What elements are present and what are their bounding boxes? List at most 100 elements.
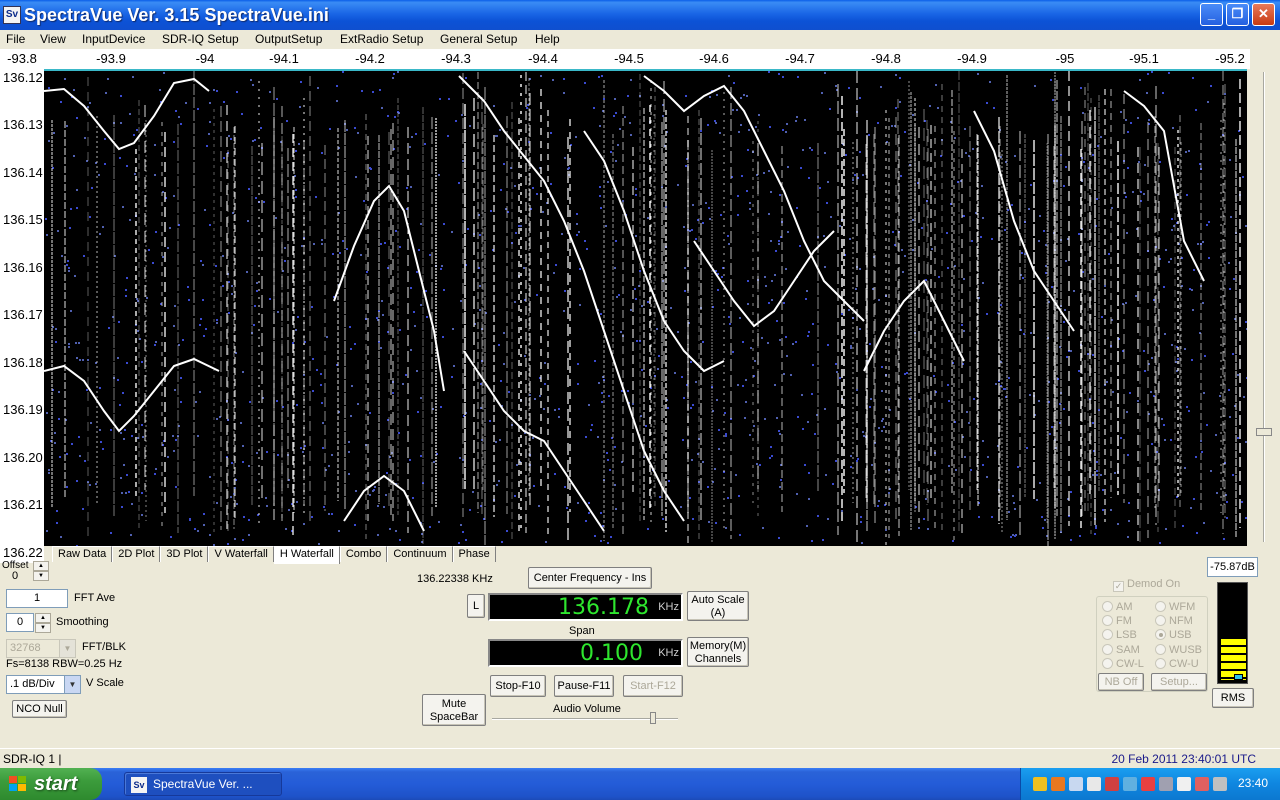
menu-input-device[interactable]: InputDevice (82, 32, 145, 46)
tray-usb-icon[interactable] (1159, 777, 1173, 791)
tab-h-waterfall[interactable]: H Waterfall (273, 546, 340, 564)
center-frequency-display[interactable]: 136.178 KHz (488, 593, 683, 621)
nb-off-button[interactable]: NB Off (1098, 673, 1144, 691)
radio-cw-l[interactable]: CW-L (1102, 658, 1144, 670)
meter-segment (1221, 653, 1246, 655)
radio-label: FM (1116, 615, 1132, 627)
radio-dot-selected-icon (1155, 629, 1166, 640)
demod-on-checkbox[interactable]: ✓ Demod On (1113, 578, 1180, 592)
maximize-button[interactable]: ❐ (1226, 3, 1249, 26)
tray-antivirus-icon[interactable] (1195, 777, 1209, 791)
waterfall-speed-slider[interactable] (1254, 72, 1274, 542)
tab-2d-plot[interactable]: 2D Plot (112, 546, 161, 562)
tray-wifi-icon[interactable] (1123, 777, 1137, 791)
time-tick: 136.18 (3, 355, 43, 370)
freq-tick: -95.1 (1129, 51, 1159, 66)
offset-stepper[interactable]: ▲ ▼ (33, 561, 49, 581)
signal-trace (44, 77, 210, 151)
start-button[interactable]: start (0, 768, 102, 800)
stop-button[interactable]: Stop-F10 (490, 675, 546, 697)
menu-view[interactable]: View (40, 32, 66, 46)
span-display[interactable]: 0.100 KHz (488, 639, 683, 667)
radio-label: CW-U (1169, 658, 1199, 670)
smoothing-input[interactable]: 0 (6, 613, 34, 632)
radio-sam[interactable]: SAM (1102, 644, 1140, 656)
freq-tick: -94.8 (871, 51, 901, 66)
menu-file[interactable]: File (6, 32, 25, 46)
pause-button[interactable]: Pause-F11 (554, 675, 614, 697)
radio-fm[interactable]: FM (1102, 615, 1132, 627)
slider-thumb[interactable] (650, 712, 656, 724)
radio-usb[interactable]: USB (1155, 629, 1192, 641)
meter-segment (1221, 645, 1246, 647)
audio-volume-slider[interactable] (492, 712, 678, 724)
tray-network-icon[interactable] (1033, 777, 1047, 791)
mute-button[interactable]: Mute SpaceBar (422, 694, 486, 726)
tray-volume-icon[interactable] (1087, 777, 1101, 791)
auto-scale-button[interactable]: Auto Scale (A) (687, 591, 749, 621)
minimize-button[interactable]: _ (1200, 3, 1223, 26)
window-title: SpectraVue Ver. 3.15 SpectraVue.ini (24, 5, 329, 25)
fft-ave-input[interactable]: 1 (6, 589, 68, 608)
v-scale-value: .1 dB/Div (10, 678, 55, 690)
title-bar[interactable]: Sv SpectraVue Ver. 3.15 SpectraVue.ini _… (0, 0, 1280, 30)
freq-tick: -94.7 (785, 51, 815, 66)
tray-security-icon[interactable] (1105, 777, 1119, 791)
spectravue-app-icon[interactable]: Sv (3, 6, 21, 24)
freq-tick: -95.2 (1215, 51, 1245, 66)
tab-combo[interactable]: Combo (339, 546, 388, 562)
menu-sdr-iq-setup[interactable]: SDR-IQ Setup (162, 32, 239, 46)
tab-continuum[interactable]: Continuum (387, 546, 453, 562)
memory-channels-button[interactable]: Memory(M) Channels (687, 637, 749, 667)
menu-general-setup[interactable]: General Setup (440, 32, 517, 46)
lock-l-button[interactable]: L (467, 594, 485, 618)
span-value: 0.100 (580, 641, 643, 666)
radio-lsb[interactable]: LSB (1102, 629, 1137, 641)
tab-raw-data[interactable]: Raw Data (52, 546, 113, 562)
tray-connection-icon[interactable] (1069, 777, 1083, 791)
meter-segment (1221, 629, 1246, 631)
tray-alert-icon[interactable] (1141, 777, 1155, 791)
fft-blk-select[interactable]: 32768 ▼ (6, 639, 76, 658)
nco-null-button[interactable]: NCO Null (12, 700, 67, 718)
taskbar-item-spectravue[interactable]: Sv SpectraVue Ver. ... (124, 772, 282, 796)
tab-3d-plot[interactable]: 3D Plot (160, 546, 209, 562)
freq-tick: -94.6 (699, 51, 729, 66)
freq-tick: -94.9 (957, 51, 987, 66)
meter-segment (1221, 661, 1246, 663)
radio-cw-u[interactable]: CW-U (1155, 658, 1199, 670)
tray-display-icon[interactable] (1177, 777, 1191, 791)
tray-settings-icon[interactable] (1213, 777, 1227, 791)
menu-output-setup[interactable]: OutputSetup (255, 32, 322, 46)
menu-extradio-setup[interactable]: ExtRadio Setup (340, 32, 423, 46)
tray-app-icon[interactable] (1051, 777, 1065, 791)
radio-label: WUSB (1169, 644, 1202, 656)
close-button[interactable]: ✕ (1252, 3, 1275, 26)
chevron-down-icon[interactable]: ▼ (64, 676, 80, 693)
time-axis: 136.12 136.13 136.14 136.15 136.16 136.1… (0, 69, 44, 563)
h-waterfall-display[interactable] (44, 69, 1247, 546)
radio-label: NFM (1169, 615, 1193, 627)
rms-button[interactable]: RMS (1212, 688, 1254, 708)
fft-ave-label: FFT Ave (74, 592, 116, 604)
fft-blk-label: FFT/BLK (82, 641, 127, 653)
meter-segment (1221, 605, 1246, 607)
chevron-down-icon[interactable]: ▼ (59, 640, 75, 657)
radio-nfm[interactable]: NFM (1155, 615, 1193, 627)
center-frequency-button[interactable]: Center Frequency - Ins (528, 567, 652, 589)
smoothing-stepper[interactable]: ▲ ▼ (35, 613, 51, 633)
menu-bar: File View InputDevice SDR-IQ Setup Outpu… (0, 30, 1280, 49)
tab-phase[interactable]: Phase (452, 546, 496, 562)
start-button[interactable]: Start-F12 (623, 675, 683, 697)
radio-am[interactable]: AM (1102, 601, 1133, 613)
v-scale-select[interactable]: .1 dB/Div ▼ (6, 675, 81, 694)
audio-volume-label: Audio Volume (553, 703, 621, 715)
time-tick: 136.16 (3, 260, 43, 275)
demod-setup-button[interactable]: Setup... (1151, 673, 1207, 691)
channels-label: Channels (694, 653, 742, 665)
radio-wfm[interactable]: WFM (1155, 601, 1195, 613)
slider-thumb[interactable] (1256, 428, 1272, 436)
tab-v-waterfall[interactable]: V Waterfall (208, 546, 274, 562)
radio-wusb[interactable]: WUSB (1155, 644, 1202, 656)
menu-help[interactable]: Help (535, 32, 560, 46)
